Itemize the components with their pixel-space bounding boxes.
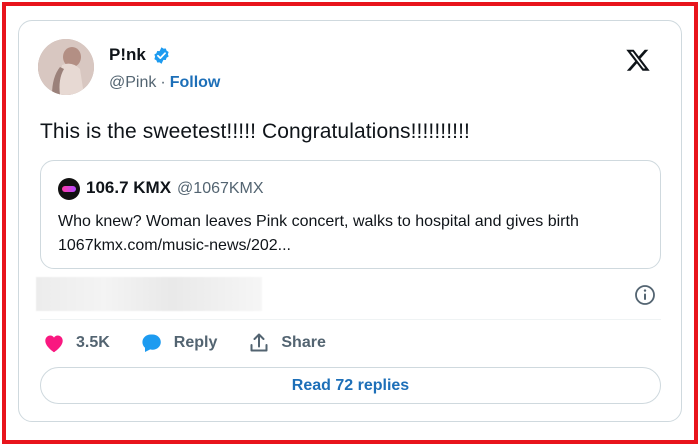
- tweet-card: P!nk @Pink · Follow This is the sweetest…: [18, 20, 682, 422]
- quoted-handle: @1067KMX: [177, 180, 264, 197]
- reply-button[interactable]: Reply: [140, 331, 218, 355]
- quoted-tweet[interactable]: 106.7 KMX @1067KMX Who knew? Woman leave…: [40, 160, 661, 269]
- author-handle[interactable]: @Pink: [109, 74, 156, 92]
- share-button[interactable]: Share: [247, 331, 326, 355]
- verified-badge-icon: [154, 46, 169, 64]
- quoted-link[interactable]: 1067kmx.com/music-news/202...: [58, 234, 653, 258]
- tweet-text: This is the sweetest!!!!! Congratulation…: [40, 120, 470, 143]
- reply-label: Reply: [173, 334, 218, 351]
- author-avatar[interactable]: [38, 39, 94, 95]
- quoted-body: Who knew? Woman leaves Pink concert, wal…: [58, 210, 653, 258]
- share-label: Share: [281, 334, 326, 351]
- blurred-timestamp: [36, 277, 262, 311]
- read-replies-button[interactable]: Read 72 replies: [40, 367, 661, 404]
- x-logo-icon[interactable]: [625, 47, 651, 73]
- like-count: 3.5K: [76, 334, 110, 351]
- reply-bubble-icon: [142, 334, 161, 352]
- quoted-name: 106.7 KMX: [86, 178, 172, 197]
- screenshot-frame: P!nk @Pink · Follow This is the sweetest…: [2, 2, 698, 444]
- quoted-avatar: [58, 178, 80, 200]
- author-name-row: P!nk: [109, 45, 171, 65]
- quoted-text: Who knew? Woman leaves Pink concert, wal…: [58, 213, 579, 230]
- follow-button[interactable]: Follow: [170, 74, 221, 92]
- divider: [40, 319, 661, 320]
- avatar-image: [38, 39, 94, 95]
- action-bar: 3.5K Reply Share: [42, 329, 356, 357]
- heart-icon: [45, 335, 63, 353]
- like-button[interactable]: 3.5K: [42, 331, 110, 355]
- share-icon: [250, 333, 268, 352]
- info-icon[interactable]: [633, 283, 657, 307]
- author-handle-row: @Pink · Follow: [109, 74, 220, 92]
- quoted-header: 106.7 KMX @1067KMX: [86, 178, 264, 198]
- author-name[interactable]: P!nk: [109, 45, 146, 65]
- handle-separator: ·: [160, 74, 166, 91]
